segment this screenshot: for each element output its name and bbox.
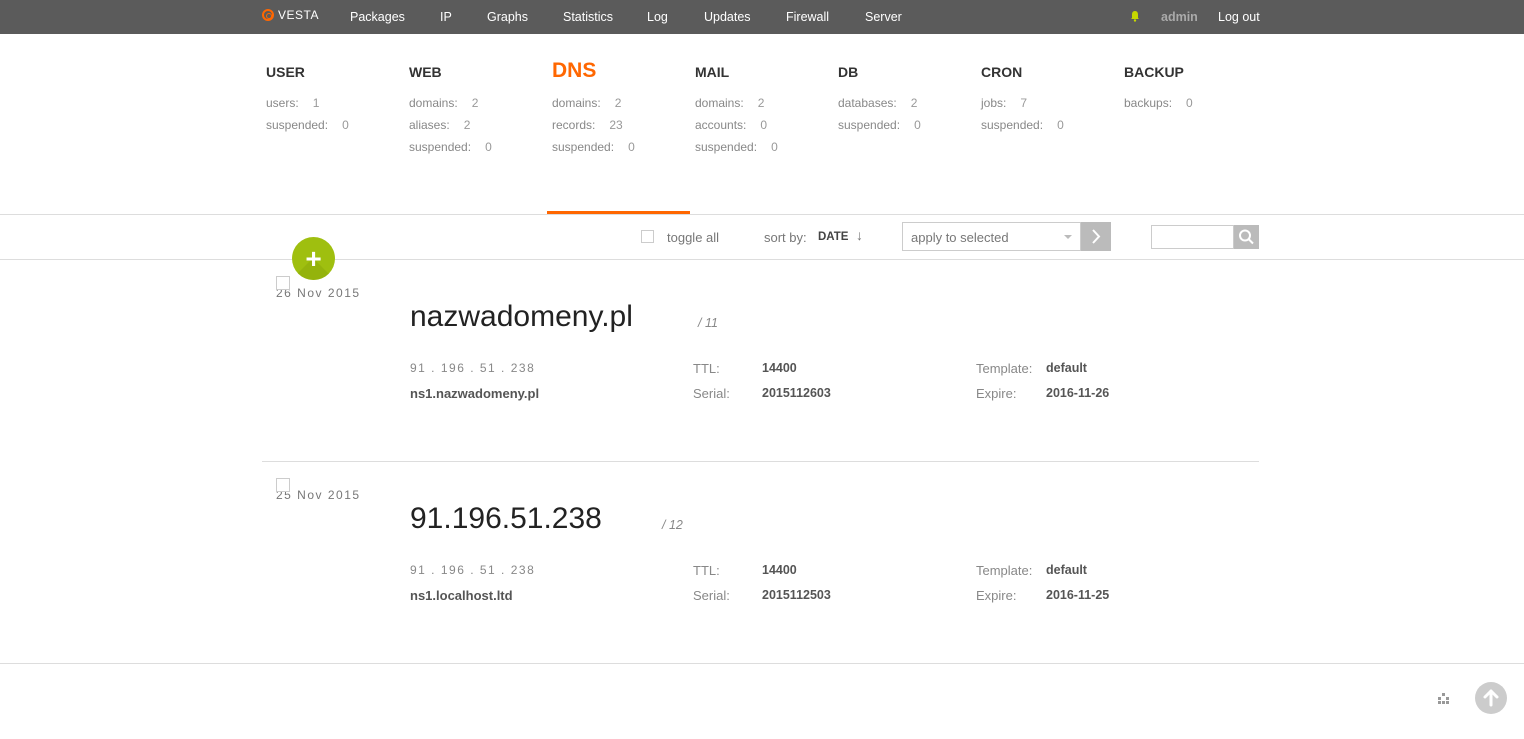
grid-dots-icon[interactable] [1436,693,1452,705]
sort-by-label: sort by: [764,230,807,245]
search-icon [1239,229,1254,245]
tab-cron[interactable]: CRON jobs: 7 suspended: 0 [981,64,1064,136]
ttl-label: TTL: [693,361,720,376]
record-nameserver: ns1.localhost.ltd [410,588,513,603]
tab-web-stat: domains: 2 [409,96,479,110]
arrow-up-icon [1483,689,1499,707]
tab-dns-stat: records: 23 [552,118,623,132]
vesta-logo[interactable]: VESTA [262,8,319,22]
record-checkbox[interactable] [276,478,290,492]
tab-db-stat: databases: 2 [838,96,918,110]
apply-arrow-icon [1092,229,1101,244]
tab-mail-stat: accounts: 0 [695,118,768,132]
serial-value: 2015112603 [762,386,831,400]
toggle-all-label[interactable]: toggle all [667,230,719,245]
record-count: / 12 [662,518,683,532]
template-value: default [1046,563,1087,577]
nav-firewall[interactable]: Firewall [786,10,829,24]
nav-log[interactable]: Log [647,10,668,24]
divider-bottom [0,663,1524,664]
record-ip: 91 . 196 . 51 . 238 [410,361,536,375]
expire-label: Expire: [976,588,1017,603]
template-label: Template: [976,563,1033,578]
tab-db-stat: suspended: 0 [838,118,921,132]
tab-web[interactable]: WEB domains: 2 aliases: 2 suspended: 0 [409,64,492,158]
tab-dns-stat: domains: 2 [552,96,622,110]
tab-web-title: WEB [409,64,442,80]
tab-db-title: DB [838,64,859,80]
apply-to-selected-select[interactable]: apply to selected [902,222,1081,251]
tab-backup[interactable]: BACKUP backups: 0 [1124,64,1193,114]
serial-label: Serial: [693,588,730,603]
logo-text: VESTA [278,8,319,22]
nav-updates[interactable]: Updates [704,10,751,24]
bell-icon[interactable] [1130,10,1140,22]
ttl-value: 14400 [762,361,797,375]
scroll-to-top-button[interactable] [1475,682,1507,714]
top-navigation-bar: VESTA Packages IP Graphs Statistics Log … [0,0,1524,34]
expire-value: 2016-11-26 [1046,386,1110,400]
tab-backup-stat: backups: 0 [1124,96,1193,110]
tab-mail-title: MAIL [695,64,730,80]
user-name-link[interactable]: admin [1161,10,1198,24]
template-value: default [1046,361,1087,375]
apply-select-value: apply to selected [911,230,1009,245]
search-input[interactable] [1151,225,1234,249]
apply-button[interactable] [1081,222,1111,251]
ttl-label: TTL: [693,563,720,578]
tab-web-stat: aliases: 2 [409,118,471,132]
tab-cron-stat: jobs: 7 [981,96,1028,110]
tab-user[interactable]: USER users: 1 suspended: 0 [266,64,349,136]
record-count: / 11 [698,316,718,330]
nav-packages[interactable]: Packages [350,10,405,24]
sort-arrow-icon[interactable]: ↓ [856,227,863,243]
search-button[interactable] [1234,225,1259,249]
nav-server[interactable]: Server [865,10,902,24]
nav-statistics[interactable]: Statistics [563,10,613,24]
add-dns-domain-button[interactable]: + [292,237,335,280]
sort-value-button[interactable]: DATE [818,231,848,243]
tab-cron-stat: suspended: 0 [981,118,1064,132]
tab-user-stat: users: 1 [266,96,320,110]
nav-graphs[interactable]: Graphs [487,10,528,24]
record-checkbox[interactable] [276,276,290,290]
divider-toolbar [0,259,1524,260]
template-label: Template: [976,361,1033,376]
add-icon: + [305,243,322,274]
record-ip: 91 . 196 . 51 . 238 [410,563,536,577]
tab-backup-title: BACKUP [1124,64,1184,80]
tab-user-title: USER [266,64,305,80]
logout-link[interactable]: Log out [1218,10,1260,24]
nav-ip[interactable]: IP [440,10,452,24]
record-domain[interactable]: 91.196.51.238 [410,502,602,536]
serial-label: Serial: [693,386,730,401]
tab-dns-title: DNS [552,59,597,82]
record-domain[interactable]: nazwadomeny.pl [410,300,633,334]
tab-mail[interactable]: MAIL domains: 2 accounts: 0 suspended: 0 [695,64,778,158]
expire-value: 2016-11-25 [1046,588,1110,602]
ttl-value: 14400 [762,563,797,577]
record-nameserver: ns1.nazwadomeny.pl [410,386,540,401]
vesta-logo-icon [262,9,274,21]
tab-mail-stat: suspended: 0 [695,140,778,154]
tab-mail-stat: domains: 2 [695,96,765,110]
tab-dns-stat: suspended: 0 [552,140,635,154]
toggle-all-checkbox[interactable] [641,230,654,243]
expire-label: Expire: [976,386,1017,401]
tab-cron-title: CRON [981,64,1023,80]
dropdown-caret-icon [1064,235,1072,239]
tab-user-stat: suspended: 0 [266,118,349,132]
tab-dns[interactable]: DNS domains: 2 records: 23 suspended: 0 [552,59,635,158]
record-divider [262,461,1259,462]
tab-db[interactable]: DB databases: 2 suspended: 0 [838,64,921,136]
tab-web-stat: suspended: 0 [409,140,492,154]
serial-value: 2015112503 [762,588,831,602]
divider-top [0,214,1524,215]
